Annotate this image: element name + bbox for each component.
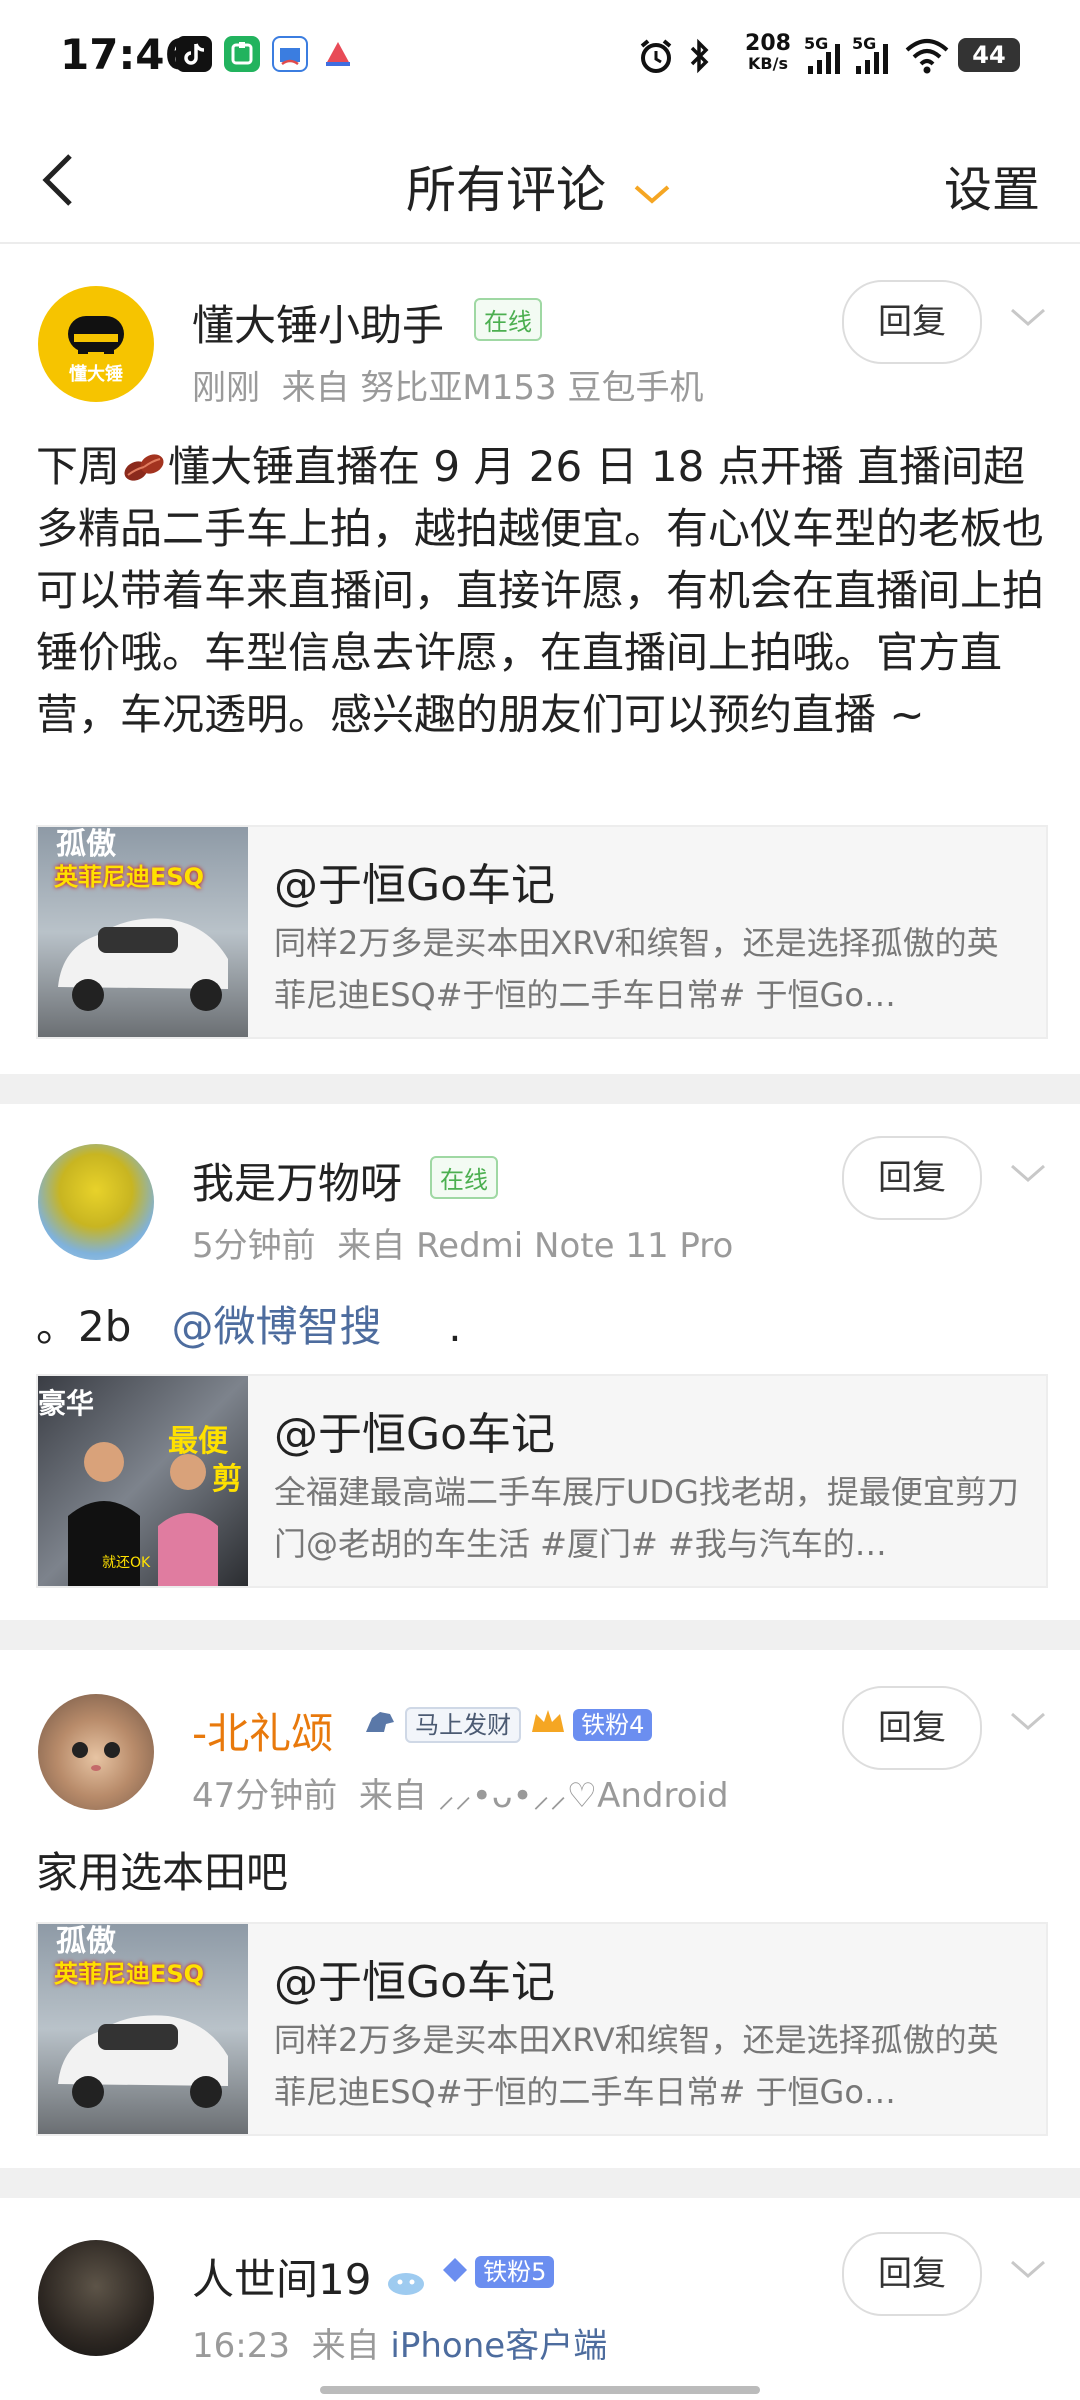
page-title: 所有评论 [406,161,607,219]
home-indicator[interactable] [320,2386,760,2394]
comment-time: 47分钟前 [192,1776,338,1816]
divider [0,1074,1080,1104]
divider [0,2168,1080,2198]
shared-post-card[interactable]: 豪华 最便 剪 就还OK @于恒Go车记 全福建最高端二手车展厅UDG找老胡，提… [36,1374,1048,1588]
comment-filter-dropdown[interactable]: 所有评论 [0,150,1080,222]
avatar-text: 懂大锤 [69,364,123,385]
signal-2-label: 5G [852,34,877,53]
comment-time: 16:23 [192,2326,290,2366]
vip-tag: 马上发财 [405,1706,522,1743]
comment-text: 。2b @微博智搜 . [36,1296,1046,1358]
fan-badge: 铁粉4 [528,1702,653,1742]
signal-2-icon: 5G [852,34,896,78]
tiktok-icon [176,36,212,72]
signal-1-icon: 5G [804,34,848,78]
chevron-down-icon [1011,1712,1045,1730]
beans-emoji-icon [120,442,168,482]
shield-app-icon [224,36,260,72]
fan-level-tag: 铁粉4 [573,1708,653,1741]
delivery-app-icon [320,36,356,72]
username[interactable]: 懂大锤小助手 [192,292,444,353]
cloud-icon [385,2259,427,2295]
comment-text-part: 。2b [36,1302,132,1351]
more-options-button[interactable] [1010,300,1046,336]
username[interactable]: 人世间19 [192,2246,427,2307]
online-badge: 在线 [474,298,542,341]
fan-badge: 铁粉5 [440,2252,555,2288]
thumb-caption: 就还OK [102,1555,151,1571]
comment-time: 5分钟前 [192,1226,316,1266]
battery-icon: 44 [958,38,1020,72]
reply-button[interactable]: 回复 [842,1686,982,1770]
username[interactable]: 我是万物呀 [192,1150,402,1211]
car-image [58,2015,228,2108]
comment-text: 下周 懂大锤直播在 9 月 26 日 18 点开播 直播间超多精品二手车上拍，越拍… [36,436,1046,746]
avatar[interactable] [38,1144,154,1260]
shared-post-desc: 同样2万多是买本田XRV和缤智，还是选择孤傲的英菲尼迪ESQ#于恒的二手车日常#… [274,2021,999,2111]
crown-icon [532,1710,564,1732]
comment-meta: 刚刚 来自 努比亚M153 豆包手机 [192,360,703,409]
wifi-icon [904,36,950,76]
mention-link[interactable]: @微博智搜 [171,1302,381,1351]
avatar[interactable]: 懂大锤 [38,286,154,402]
comment-text-part: 下周 [36,442,121,491]
comment-source: 来自 ⸝⸝•ᴗ•⸝⸝♡Android [358,1776,729,1816]
shared-post-thumbnail: 豪华 最便 剪 就还OK [38,1376,248,1586]
divider [0,1620,1080,1650]
fan-level-tag: 铁粉5 [475,2256,555,2288]
comment-meta: 47分钟前 来自 ⸝⸝•ᴗ•⸝⸝♡Android [192,1768,729,1817]
comment-source-prefix: 来自 [311,2326,380,2366]
comment-text: 家用选本田吧 [36,1848,289,1897]
comment-source: 来自 Redmi Note 11 Pro [337,1226,734,1266]
shared-post-card[interactable]: 孤傲 英菲尼迪ESQ @于恒Go车记 同样2万多是买本田XRV和缤智，还是选择孤… [36,1922,1048,2136]
chevron-down-icon [1011,2260,1045,2278]
chevron-down-icon [634,184,670,204]
bluetooth-icon [684,36,714,76]
battery-level: 44 [972,41,1006,69]
status-time: 17:46 [60,30,194,79]
more-options-button[interactable] [1010,1156,1046,1192]
more-options-button[interactable] [1010,2252,1046,2288]
more-options-button[interactable] [1010,1704,1046,1740]
comment-meta: 5分钟前 来自 Redmi Note 11 Pro [192,1218,733,1267]
shared-post-thumbnail: 孤傲 英菲尼迪ESQ [38,827,248,1037]
reply-button[interactable]: 回复 [842,1136,982,1220]
app-store-icon [272,36,308,72]
shared-post-thumbnail: 孤傲 英菲尼迪ESQ [38,1924,248,2134]
avatar[interactable] [38,2240,154,2356]
chevron-down-icon [1011,1164,1045,1182]
comment-source-link[interactable]: iPhone客户端 [390,2326,607,2366]
speed-value: 208 [745,31,791,56]
username[interactable]: -北礼颂 [192,1700,333,1761]
network-speed: 208 KB/s [738,31,798,74]
username-text: 人世间19 [192,2255,372,2304]
horse-icon [366,1712,394,1732]
shared-post-title: @于恒Go车记 [274,1957,556,2008]
settings-button[interactable]: 设置 [944,150,1040,220]
status-bar: 17:46 208 KB/s 5G 5G 44 [0,0,1080,118]
speed-unit: KB/s [748,54,788,73]
comment-meta: 16:23 来自 iPhone客户端 [192,2318,607,2367]
comment-text-part: . [448,1302,462,1351]
comment-time: 刚刚 [192,368,260,408]
reply-button[interactable]: 回复 [842,280,982,364]
reply-button[interactable]: 回复 [842,2232,982,2316]
shared-post-desc: 同样2万多是买本田XRV和缤智，还是选择孤傲的英菲尼迪ESQ#于恒的二手车日常#… [274,924,999,1014]
chevron-down-icon [1011,308,1045,326]
avatar[interactable] [38,1694,154,1810]
alarm-icon [636,36,676,76]
shared-post-desc: 全福建最高端二手车展厅UDG找老胡，提最便宜剪刀门@老胡的车生活 #厦门# #我… [274,1473,1019,1563]
shared-post-title: @于恒Go车记 [274,1409,556,1460]
signal-1-label: 5G [804,34,829,53]
online-badge: 在线 [430,1156,498,1199]
diamond-icon [440,2255,470,2285]
comment-source: 来自 努比亚M153 豆包手机 [281,368,704,408]
car-image [58,918,228,1011]
vip-badge: 马上发财 [360,1702,522,1743]
comment-text-part: 懂大锤直播在 9 月 26 日 18 点开播 直播间超多精品二手车上拍，越拍越便… [36,442,1045,739]
shared-post-title: @于恒Go车记 [274,860,556,911]
shared-post-card[interactable]: 孤傲 英菲尼迪ESQ @于恒Go车记 同样2万多是买本田XRV和缤智，还是选择孤… [36,825,1048,1039]
